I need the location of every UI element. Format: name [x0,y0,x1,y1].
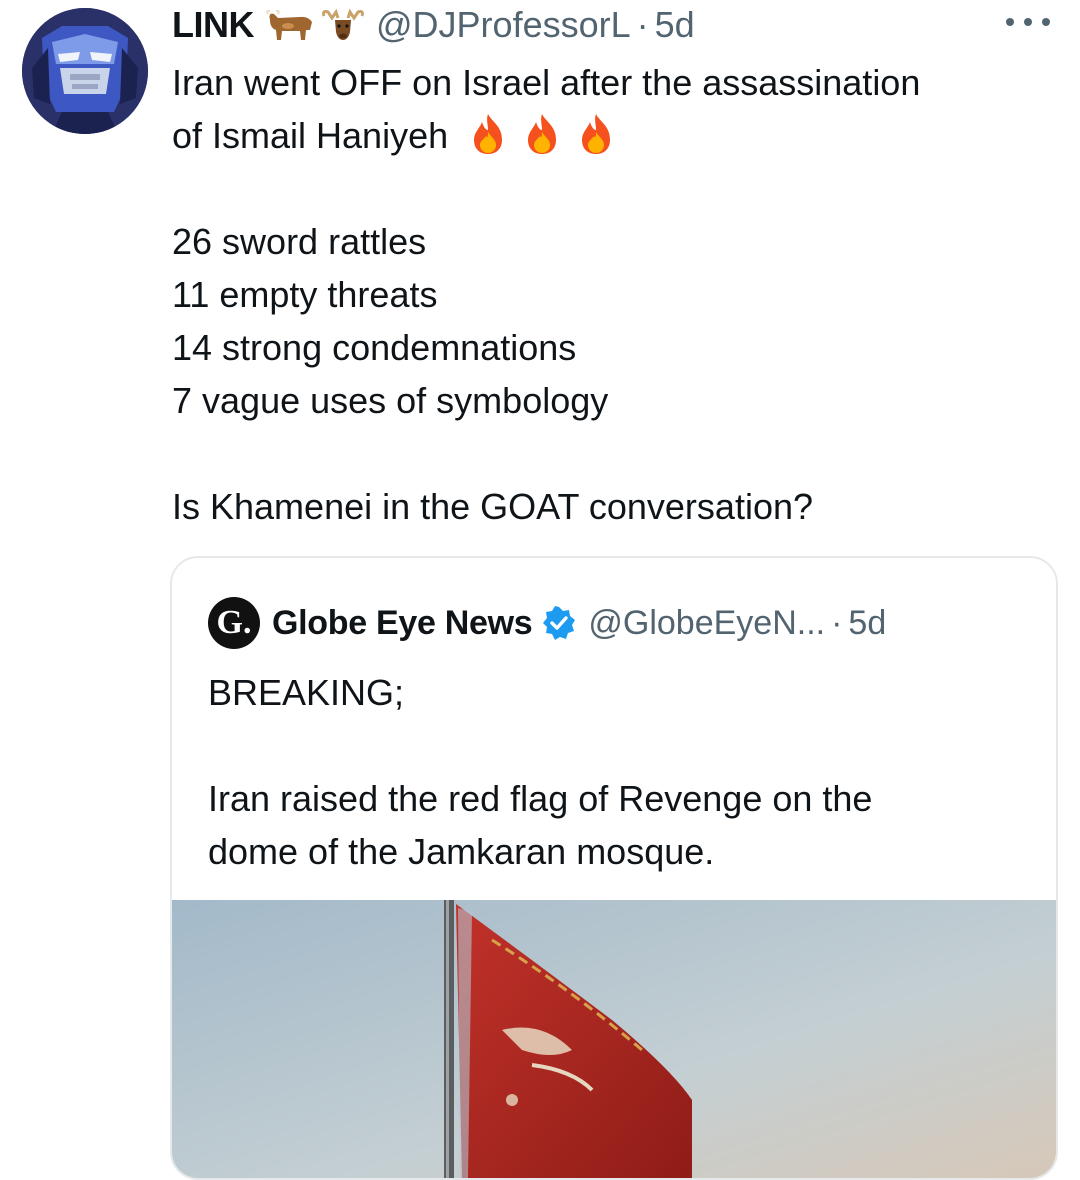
verified-badge-icon [543,606,576,640]
quoted-tweet-card[interactable]: G. Globe Eye News @GlobeEyeN... · 5d BRE… [170,556,1058,1180]
more-options-icon[interactable] [1006,18,1050,30]
quoted-author-avatar[interactable]: G. [208,597,260,649]
quoted-tweet-line [208,719,1028,772]
red-flag-photo [172,900,1056,1178]
avatar-robot-illustration [22,8,148,134]
quoted-tweet-header: G. Globe Eye News @GlobeEyeN... · 5d [208,597,886,649]
quoted-tweet-line: dome of the Jamkaran mosque. [208,831,715,872]
tweet-header: LINK @DJProfessorL · 5d [172,2,695,48]
quoted-header-separator: · [831,603,843,642]
fire-emoji [474,114,503,154]
quoted-tweet-timestamp[interactable]: 5d [848,604,886,643]
tweet-line: 26 sword rattles [172,221,427,262]
tweet-timestamp[interactable]: 5d [655,4,695,46]
tweet-line: Iran went OFF on Israel after the assass… [172,62,921,103]
fire-emoji [528,114,557,154]
tweet-text: Iran went OFF on Israel after the assass… [172,56,1052,533]
header-separator: · [636,4,649,45]
quoted-tweet-line: Iran raised the red flag of Revenge on t… [208,778,873,819]
quoted-tweet-line: BREAKING; [208,672,405,713]
author-avatar[interactable] [22,8,148,134]
tweet-line: 11 empty threats [172,274,438,315]
tweet-line: 7 vague uses of symbology [172,380,609,421]
tweet-line [172,162,1052,215]
quoted-author-handle[interactable]: @GlobeEyeN... [588,604,825,643]
quoted-author-display-name[interactable]: Globe Eye News [272,604,533,643]
tweet-line: of Ismail Haniyeh [172,109,1052,162]
tweet-line: 14 strong condemnations [172,327,577,368]
fire-emoji [582,114,611,154]
quoted-tweet-media[interactable] [172,900,1056,1178]
ox-emoji [264,8,316,42]
author-handle[interactable]: @DJProfessorL [376,4,631,46]
globe-eye-logo: G. [216,604,252,641]
tweet-line [172,427,1052,480]
quoted-tweet-text: BREAKING; Iran raised the red flag of Re… [208,666,1028,878]
moose-emoji [320,8,366,42]
tweet-line: Is Khamenei in the GOAT conversation? [172,486,814,527]
author-display-name[interactable]: LINK [172,4,255,46]
